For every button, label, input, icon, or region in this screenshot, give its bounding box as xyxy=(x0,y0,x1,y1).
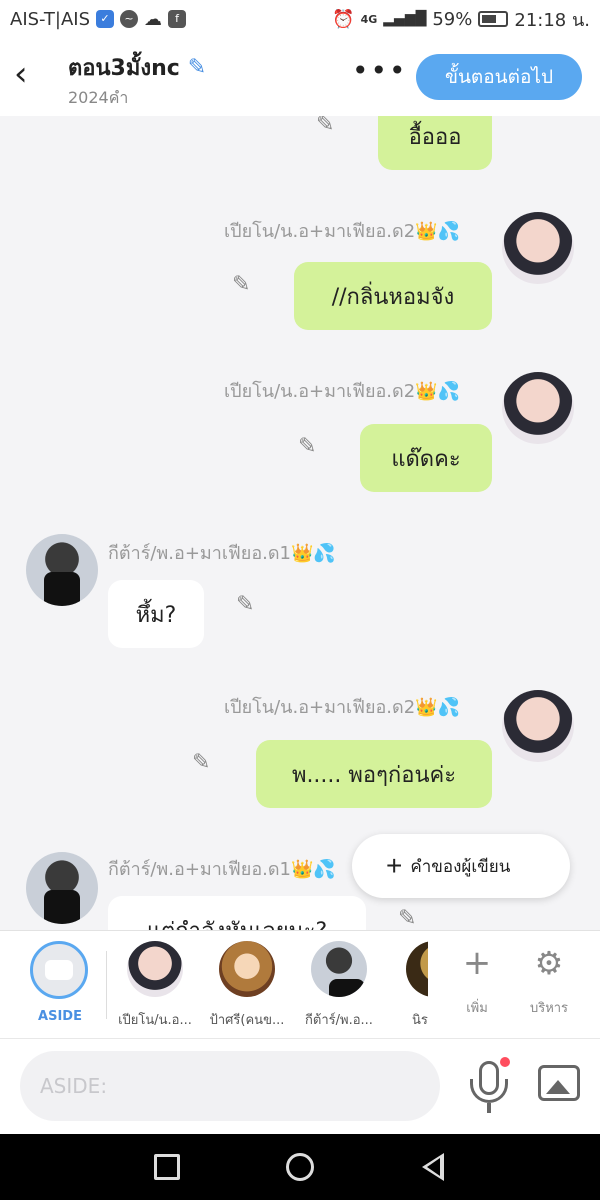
message-text: //กลิ่นหอมจัง xyxy=(331,284,455,310)
character-strip: ASIDE เปียโน/น.อ... ป้าศรี(คนข... กีต้าร… xyxy=(0,930,600,1038)
aside-input[interactable] xyxy=(20,1051,440,1121)
aside-icon xyxy=(30,941,88,999)
chat-area[interactable]: ✎ อื้อออ เปียโน/น.อ+มาเฟียอ.ด2👑💦 ✎ //กลิ… xyxy=(0,116,600,930)
edit-message-icon[interactable]: ✎ xyxy=(232,272,250,297)
character-guitar[interactable]: กีต้าร์/พ.อ... xyxy=(300,941,378,1030)
header: ‹ ตอน3มั้งnc ✎ 2024คำ ••• ขั้นตอนต่อไป xyxy=(0,38,600,116)
avatar[interactable] xyxy=(26,534,98,606)
avatar xyxy=(406,941,428,997)
message-bubble[interactable]: แด๊ดคะ xyxy=(360,424,492,492)
recording-dot xyxy=(500,1057,510,1067)
message-text: พ..... พอๆก่อนค่ะ xyxy=(291,762,457,788)
edit-message-icon[interactable]: ✎ xyxy=(398,906,416,930)
word-count: 2024คำ xyxy=(68,88,129,107)
message-text: แด๊ดคะ xyxy=(391,446,461,472)
sender-name: กีต้าร์/พ.อ+มาเฟียอ.ด1👑💦 xyxy=(108,859,336,880)
crown-drops-emoji: 👑💦 xyxy=(415,221,460,242)
back-icon[interactable] xyxy=(422,1153,444,1181)
facebook-icon: f xyxy=(168,10,186,28)
message-bubble[interactable]: พ..... พอๆก่อนค่ะ xyxy=(256,740,492,808)
manage-label: บริหาร xyxy=(529,1001,569,1016)
message-bubble[interactable]: หึ้ม? xyxy=(108,580,204,648)
crown-drops-emoji: 👑💦 xyxy=(415,697,460,718)
page-title: ตอน3มั้งnc ✎ xyxy=(68,50,206,85)
carrier-label: AIS-T|AIS xyxy=(10,8,90,30)
character-nit[interactable]: นิร xyxy=(392,941,428,1030)
network-label: 4G xyxy=(360,12,378,26)
next-step-button[interactable]: ขั้นตอนต่อไป xyxy=(416,54,582,100)
avatar xyxy=(311,941,367,997)
message-text: แต่กำลังหันเลยนะ? xyxy=(147,913,327,931)
author-note-label: คำของผู้เขียน xyxy=(410,856,511,876)
avatar xyxy=(127,941,183,997)
crown-drops-emoji: 👑💦 xyxy=(291,859,336,880)
clock: 21:18 น. xyxy=(514,9,590,31)
system-nav-bar xyxy=(0,1134,600,1200)
home-icon[interactable] xyxy=(286,1153,314,1181)
plus-icon: + xyxy=(386,850,403,881)
cloud-icon: ☁ xyxy=(144,8,162,30)
message-bubble[interactable]: แต่กำลังหันเลยนะ? xyxy=(108,896,366,930)
avatar[interactable] xyxy=(502,690,574,762)
sender-name: เปียโน/น.อ+มาเฟียอ.ด2👑💦 xyxy=(224,221,460,242)
edit-title-icon[interactable]: ✎ xyxy=(188,55,206,80)
avatar[interactable] xyxy=(502,212,574,284)
aside-tab[interactable]: ASIDE xyxy=(30,941,90,1031)
edit-message-icon[interactable]: ✎ xyxy=(192,750,210,775)
microphone-icon[interactable] xyxy=(470,1057,510,1113)
edit-message-icon[interactable]: ✎ xyxy=(236,592,254,617)
aside-label: ASIDE xyxy=(38,1009,82,1024)
messenger-icon: ~ xyxy=(120,10,138,28)
character-name: นิร xyxy=(412,1013,428,1028)
battery-percent: 59% xyxy=(432,8,473,30)
gear-icon: ⚙ xyxy=(534,944,564,982)
edit-message-icon[interactable]: ✎ xyxy=(298,434,316,459)
image-icon[interactable] xyxy=(538,1065,580,1101)
sender-name: เปียโน/น.อ+มาเฟียอ.ด2👑💦 xyxy=(224,381,460,402)
manage-button[interactable]: ⚙ บริหาร xyxy=(522,943,576,1018)
character-aunt-sri[interactable]: ป้าศรี(คนข... xyxy=(208,941,286,1030)
alarm-icon: ⏰ xyxy=(332,8,355,30)
author-note-button[interactable]: + คำของผู้เขียน xyxy=(352,834,570,898)
divider xyxy=(106,951,107,1019)
sender-name: กีต้าร์/พ.อ+มาเฟียอ.ด1👑💦 xyxy=(108,543,336,564)
more-dots-icon[interactable]: ••• xyxy=(352,54,408,87)
character-name: ป้าศรี(คนข... xyxy=(209,1013,285,1028)
character-name: กีต้าร์/พ.อ... xyxy=(305,1013,373,1028)
recents-icon[interactable] xyxy=(154,1154,180,1180)
message-bubble[interactable]: อื้อออ xyxy=(378,116,492,170)
add-label: เพิ่ม xyxy=(466,1001,488,1016)
plus-icon: + xyxy=(462,943,492,983)
character-piano[interactable]: เปียโน/น.อ... xyxy=(116,941,194,1030)
sender-name: เปียโน/น.อ+มาเฟียอ.ด2👑💦 xyxy=(224,697,460,718)
avatar[interactable] xyxy=(26,852,98,924)
title-text: ตอน3มั้งnc xyxy=(68,56,180,81)
signal-icon: ▂▄▆█ xyxy=(383,11,427,27)
input-bar xyxy=(0,1038,600,1134)
add-character-button[interactable]: + เพิ่ม xyxy=(450,943,504,1018)
character-name: เปียโน/น.อ... xyxy=(118,1013,192,1028)
message-text: อื้อออ xyxy=(408,124,462,150)
crown-drops-emoji: 👑💦 xyxy=(415,381,460,402)
message-text: หึ้ม? xyxy=(135,602,177,628)
shield-icon: ✓ xyxy=(96,10,114,28)
crown-drops-emoji: 👑💦 xyxy=(291,543,336,564)
back-arrow-icon[interactable]: ‹ xyxy=(14,56,42,96)
battery-icon xyxy=(478,11,509,27)
edit-message-icon[interactable]: ✎ xyxy=(316,116,334,137)
avatar[interactable] xyxy=(502,372,574,444)
message-bubble[interactable]: //กลิ่นหอมจัง xyxy=(294,262,492,330)
avatar xyxy=(219,941,275,997)
status-bar: AIS-T|AIS ✓ ~ ☁ f ⏰ 4G ▂▄▆█ 59% 21:18 น. xyxy=(0,0,600,38)
